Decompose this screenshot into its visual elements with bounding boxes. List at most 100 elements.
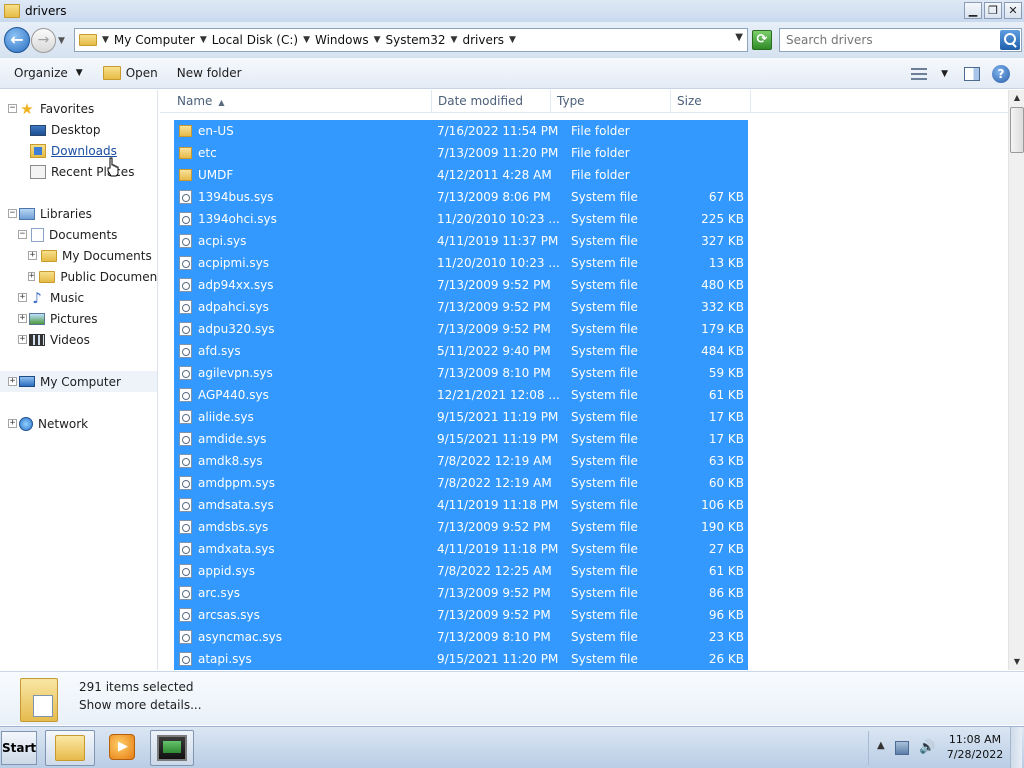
chevron-down-icon[interactable]: ▼ (102, 35, 109, 45)
file-row[interactable]: amdk8.sys 7/8/2022 12:19 AM System file 63 … (174, 450, 748, 472)
column-header-size[interactable]: Size (671, 90, 751, 113)
nav-videos[interactable]: + Videos (0, 329, 157, 350)
open-button[interactable]: Open (102, 58, 158, 88)
file-row[interactable]: adpu320.sys 7/13/2009 9:52 PM System file 1… (174, 318, 748, 340)
nav-public-documents[interactable]: + Public Documents (0, 266, 157, 287)
expand-icon[interactable]: + (28, 272, 36, 281)
column-header-date-modified[interactable]: Date modified (432, 90, 551, 113)
collapse-icon[interactable]: − (8, 209, 17, 218)
file-row[interactable]: en-US 7/16/2022 11:54 PM File folder (174, 120, 748, 142)
nav-favorites[interactable]: − ★ Favorites (0, 98, 157, 119)
file-row[interactable]: arc.sys 7/13/2009 9:52 PM System file 86 KB (174, 582, 748, 604)
organize-button[interactable]: Organize ▼ (14, 58, 83, 88)
preview-pane-icon[interactable] (964, 66, 980, 81)
chevron-down-icon[interactable]: ▼ (374, 35, 381, 45)
scrollbar-thumb[interactable] (1010, 107, 1024, 153)
minimize-button[interactable]: ▁ (964, 2, 982, 19)
nav-documents[interactable]: − Documents (0, 224, 157, 245)
expand-icon[interactable]: + (8, 377, 17, 386)
file-row[interactable]: amdppm.sys 7/8/2022 12:19 AM System file 60… (174, 472, 748, 494)
volume-icon[interactable]: 🔊 (919, 741, 935, 755)
refresh-button[interactable]: ⟳ (752, 30, 772, 50)
close-button[interactable]: ✕ (1004, 2, 1022, 19)
breadcrumb-my-computer[interactable]: My Computer (114, 33, 195, 47)
file-row[interactable]: asyncmac.sys 7/13/2009 8:10 PM System file… (174, 626, 748, 648)
file-name: acpi.sys (198, 234, 247, 248)
show-desktop-button[interactable] (1010, 727, 1022, 768)
nav-network[interactable]: + Network (0, 413, 157, 434)
breadcrumb-system32[interactable]: System32 (386, 33, 446, 47)
file-row[interactable]: 1394bus.sys 7/13/2009 8:06 PM System file 6… (174, 186, 748, 208)
collapse-icon[interactable]: − (8, 104, 17, 113)
file-row[interactable]: acpi.sys 4/11/2019 11:37 PM System file 327… (174, 230, 748, 252)
nav-desktop[interactable]: Desktop (0, 119, 157, 140)
file-list[interactable]: en-US 7/16/2022 11:54 PM File folder etc 7/1… (160, 113, 1008, 670)
search-box[interactable] (779, 28, 1022, 52)
nav-recent-places[interactable]: Recent Places (0, 161, 157, 182)
network-status-icon[interactable] (895, 741, 909, 755)
start-button[interactable]: Start (1, 731, 37, 765)
file-row[interactable]: appid.sys 7/8/2022 12:25 AM System file 61 … (174, 560, 748, 582)
forward-button[interactable]: → (31, 28, 56, 53)
collapse-icon[interactable]: − (18, 230, 27, 239)
nav-downloads[interactable]: Downloads (0, 140, 157, 161)
clock-date[interactable]: 7/28/2022 (945, 748, 1005, 761)
change-view-icon[interactable] (911, 67, 928, 80)
scroll-down-icon[interactable]: ▼ (1009, 654, 1024, 670)
file-row[interactable]: etc 7/13/2009 11:20 PM File folder (174, 142, 748, 164)
search-input[interactable] (780, 29, 992, 51)
scroll-up-icon[interactable]: ▲ (1009, 90, 1024, 106)
file-row[interactable]: afd.sys 5/11/2022 9:40 PM System file 484 K… (174, 340, 748, 362)
address-history-dropdown[interactable]: ▼ (735, 32, 743, 43)
file-row[interactable]: adp94xx.sys 7/13/2009 9:52 PM System file 4… (174, 274, 748, 296)
column-header-type[interactable]: Type (551, 90, 671, 113)
show-more-details-link[interactable]: Show more details... (79, 698, 202, 712)
nav-my-documents[interactable]: + My Documents (0, 245, 157, 266)
new-folder-button[interactable]: New folder (177, 58, 242, 88)
file-row[interactable]: arcsas.sys 7/13/2009 9:52 PM System file 96… (174, 604, 748, 626)
help-icon[interactable]: ? (992, 64, 1010, 83)
nav-pictures[interactable]: + Pictures (0, 308, 157, 329)
chevron-down-icon[interactable]: ▼ (200, 35, 207, 45)
libraries-icon (19, 207, 35, 220)
nav-libraries[interactable]: − Libraries (0, 203, 157, 224)
file-row[interactable]: adpahci.sys 7/13/2009 9:52 PM System file 3… (174, 296, 748, 318)
recent-pages-dropdown[interactable]: ▼ (58, 36, 65, 46)
chevron-down-icon[interactable]: ▼ (303, 35, 310, 45)
breadcrumb-local-disk[interactable]: Local Disk (C:) (212, 33, 298, 47)
column-header-name[interactable]: Name ▲ (160, 90, 432, 113)
nav-my-computer[interactable]: + My Computer (0, 371, 157, 392)
address-bar[interactable]: ▼ My Computer ▼ Local Disk (C:) ▼ Window… (74, 28, 748, 52)
chevron-down-icon[interactable]: ▼ (509, 35, 516, 45)
file-row[interactable]: UMDF 4/12/2011 4:28 AM File folder (174, 164, 748, 186)
expand-icon[interactable]: + (18, 293, 27, 302)
taskbar-media-player-button[interactable] (100, 730, 150, 766)
taskbar-explorer-button[interactable] (45, 730, 95, 766)
chevron-down-icon[interactable]: ▼ (941, 69, 948, 79)
back-button[interactable]: ← (4, 27, 30, 53)
search-icon[interactable] (1000, 30, 1020, 50)
file-row[interactable]: 1394ohci.sys 11/20/2010 10:23 ... System f… (174, 208, 748, 230)
clock-time[interactable]: 11:08 AM (945, 733, 1005, 746)
file-row[interactable]: atapi.sys 9/15/2021 11:20 PM System file 26… (174, 648, 748, 670)
chevron-down-icon[interactable]: ▼ (451, 35, 458, 45)
file-row[interactable]: AGP440.sys 12/21/2021 12:08 ... System fil… (174, 384, 748, 406)
taskbar-monitor-button[interactable] (150, 730, 194, 766)
file-row[interactable]: aliide.sys 9/15/2021 11:19 PM System file 1… (174, 406, 748, 428)
breadcrumb-windows[interactable]: Windows (315, 33, 369, 47)
file-row[interactable]: amdide.sys 9/15/2021 11:19 PM System file 1… (174, 428, 748, 450)
nav-music[interactable]: + ♪ Music (0, 287, 157, 308)
file-row[interactable]: agilevpn.sys 7/13/2009 8:10 PM System file… (174, 362, 748, 384)
restore-button[interactable]: ❐ (984, 2, 1002, 19)
file-row[interactable]: acpipmi.sys 11/20/2010 10:23 ... System fi… (174, 252, 748, 274)
expand-icon[interactable]: + (8, 419, 17, 428)
show-hidden-icons-icon[interactable]: ▲ (877, 740, 885, 751)
breadcrumb-drivers[interactable]: drivers (462, 33, 504, 47)
expand-icon[interactable]: + (28, 251, 37, 260)
file-row[interactable]: amdsbs.sys 7/13/2009 9:52 PM System file 19… (174, 516, 748, 538)
expand-icon[interactable]: + (18, 314, 27, 323)
expand-icon[interactable]: + (18, 335, 27, 344)
file-row[interactable]: amdxata.sys 4/11/2019 11:18 PM System file… (174, 538, 748, 560)
vertical-scrollbar[interactable]: ▲ ▼ (1008, 90, 1024, 670)
file-row[interactable]: amdsata.sys 4/11/2019 11:18 PM System file… (174, 494, 748, 516)
